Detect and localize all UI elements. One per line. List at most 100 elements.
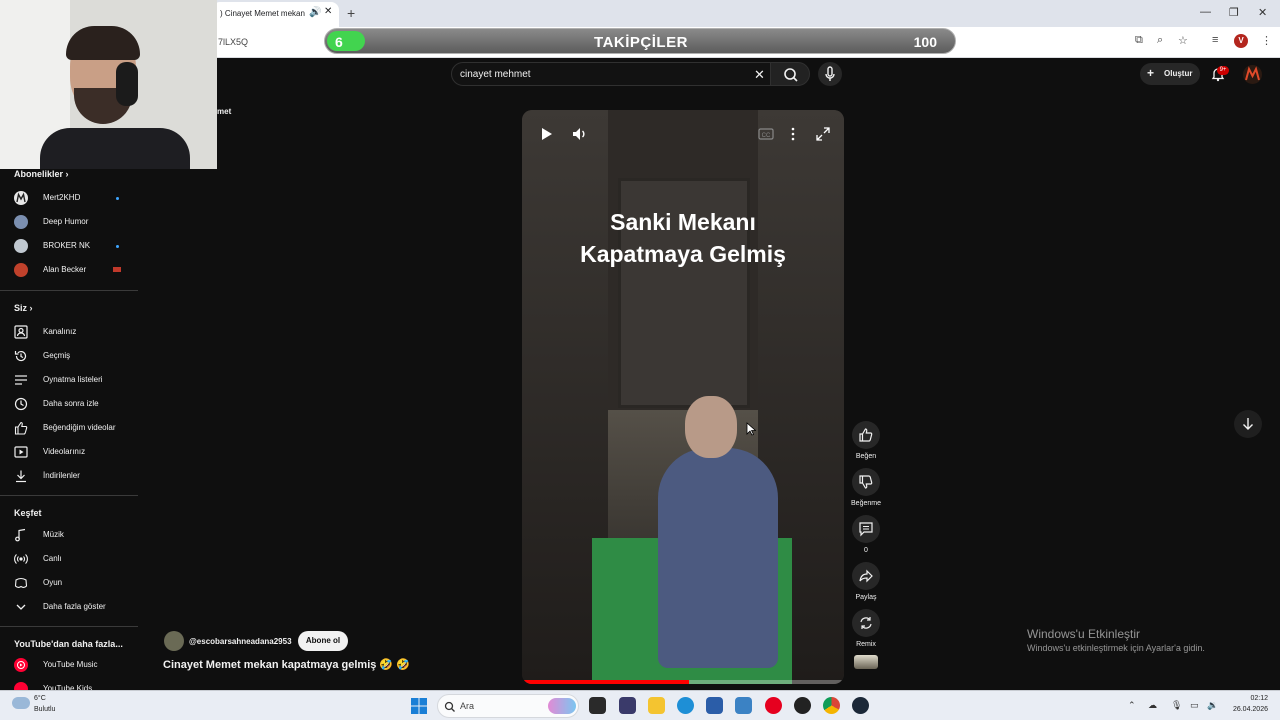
sidebar-item-label: Daha sonra izle xyxy=(43,399,99,408)
sound-thumbnail[interactable] xyxy=(854,655,878,669)
divider xyxy=(0,495,138,496)
voice-search-button[interactable] xyxy=(818,62,842,86)
search-icon xyxy=(444,701,455,712)
channel-handle[interactable]: @escobarsahneadana2953 xyxy=(189,637,292,646)
edge-icon[interactable] xyxy=(677,697,694,714)
subscription-item[interactable]: Deep Humor xyxy=(0,210,138,234)
microphone-tray-icon[interactable]: 🎙 xyxy=(1171,700,1182,711)
menu-kebab-icon[interactable]: ⋮ xyxy=(1261,34,1272,47)
obs-icon[interactable] xyxy=(794,697,811,714)
store-icon[interactable] xyxy=(706,697,723,714)
search-value: cinayet mehmet xyxy=(460,69,531,80)
weather-description[interactable]: Bulutlu xyxy=(34,706,55,713)
you-heading[interactable]: Siz › xyxy=(14,303,33,313)
dislike-button[interactable]: Beğenme xyxy=(851,468,881,507)
remix-button[interactable]: Remix xyxy=(851,609,881,648)
sidebar-item-liked-videos[interactable]: Beğendiğim videolar xyxy=(0,416,138,440)
sidebar-item-playlists[interactable]: Oynatma listeleri xyxy=(0,368,138,392)
arrow-down-icon xyxy=(1243,418,1253,430)
sidebar-item-label: Oyun xyxy=(43,578,63,587)
comments-button[interactable]: 0 xyxy=(851,515,881,554)
bookmark-star-icon[interactable]: ☆ xyxy=(1178,34,1188,47)
outlook-icon[interactable] xyxy=(735,697,752,714)
file-explorer-icon[interactable] xyxy=(648,697,665,714)
sidebar-item-downloads[interactable]: İndirilenler xyxy=(0,464,138,488)
search-highlight-icon xyxy=(548,698,576,714)
zoom-icon[interactable]: ⌕ xyxy=(1157,34,1163,47)
weather-cloud-icon[interactable] xyxy=(12,697,30,709)
weather-temperature[interactable]: 6°C xyxy=(34,695,46,702)
channel-avatar[interactable] xyxy=(164,631,184,651)
cast-icon[interactable]: ⧉ xyxy=(1135,34,1143,47)
gaming-icon xyxy=(14,577,28,588)
share-button[interactable]: Paylaş xyxy=(851,562,881,601)
search-button[interactable] xyxy=(770,62,810,86)
sidebar-item-channel[interactable]: Kanalınız xyxy=(0,320,138,344)
like-button[interactable]: Beğen xyxy=(851,421,881,460)
activation-watermark-text: Windows'u etkinleştirmek için Ayarlar'a … xyxy=(1027,643,1205,653)
sidebar-item-live[interactable]: Canlı xyxy=(0,547,138,571)
channel-avatar xyxy=(14,263,28,277)
taskbar-search[interactable]: Ara xyxy=(437,694,579,718)
sidebar-item-youtube-music[interactable]: YouTube Music xyxy=(0,653,138,677)
app-icon[interactable] xyxy=(619,697,636,714)
speaker-tray-icon[interactable]: 🔉 xyxy=(1207,700,1218,711)
more-options-icon[interactable] xyxy=(788,126,798,142)
onedrive-icon[interactable]: ☁ xyxy=(1148,700,1157,711)
new-tab-button[interactable]: + xyxy=(347,5,355,21)
sidebar-item-watch-later[interactable]: Daha sonra izle xyxy=(0,392,138,416)
subscription-item[interactable]: BROKER NK xyxy=(0,234,138,258)
url-field[interactable]: 7lLX5Q xyxy=(218,37,248,47)
restore-button[interactable]: ❐ xyxy=(1229,6,1239,19)
create-button[interactable]: + Oluştur xyxy=(1140,63,1200,85)
subscribe-button[interactable]: Abone ol xyxy=(298,631,348,651)
sidebar-item-music[interactable]: Müzik xyxy=(0,523,138,547)
sidebar-item-gaming[interactable]: Oyun xyxy=(0,571,138,595)
tray-chevron-icon[interactable]: ⌃ xyxy=(1128,700,1136,711)
subscription-item[interactable]: Mert2KHD xyxy=(0,186,138,210)
task-view-icon[interactable] xyxy=(589,697,606,714)
sidebar-item-history[interactable]: Geçmiş xyxy=(0,344,138,368)
chrome-icon[interactable] xyxy=(823,697,840,714)
shorts-video-player[interactable]: Sanki Mekanı Kapatmaya Gelmiş CC xyxy=(522,110,844,684)
steam-icon[interactable] xyxy=(852,697,869,714)
thumbs-down-icon xyxy=(859,475,873,489)
tab-close-icon[interactable]: ✕ xyxy=(324,6,332,17)
captions-icon[interactable]: CC xyxy=(758,126,774,142)
show-more-button[interactable]: Daha fazla göster xyxy=(0,595,138,619)
account-avatar[interactable] xyxy=(1243,65,1262,84)
fullscreen-icon[interactable] xyxy=(815,126,831,142)
sidebar-item-label: Geçmiş xyxy=(43,351,71,360)
subscription-item[interactable]: Alan Becker xyxy=(0,258,138,282)
new-content-dot xyxy=(116,245,119,248)
volume-icon[interactable] xyxy=(572,126,588,142)
new-content-dot xyxy=(116,197,119,200)
like-label: Beğen xyxy=(855,453,877,460)
clock-icon xyxy=(14,397,28,411)
windows-start-icon[interactable] xyxy=(411,698,427,714)
minimize-button[interactable]: — xyxy=(1200,6,1211,18)
clock-date[interactable]: 26.04.2026 xyxy=(1224,706,1268,713)
clock-time[interactable]: 02:12 xyxy=(1224,695,1268,702)
subscription-label: Mert2KHD xyxy=(43,193,81,202)
sidebar-item-label: YouTube Music xyxy=(43,660,98,669)
comment-icon xyxy=(859,522,873,537)
subscriptions-heading[interactable]: Abonelikler › xyxy=(14,169,69,179)
clear-search-icon[interactable]: ✕ xyxy=(754,67,765,83)
display-icon[interactable]: ▭ xyxy=(1190,700,1199,711)
mouse-cursor-icon xyxy=(746,422,756,436)
browser-tab[interactable]: ) Cinayet Memet mekan 🔊 ✕ xyxy=(212,2,339,27)
play-icon[interactable] xyxy=(540,126,554,142)
next-video-button[interactable] xyxy=(1234,410,1262,438)
speaker-icon[interactable]: 🔊 xyxy=(309,7,321,18)
window-close-button[interactable]: ✕ xyxy=(1258,6,1267,19)
sidebar-item-your-videos[interactable]: Videolarınız xyxy=(0,440,138,464)
download-icon xyxy=(16,470,26,483)
profile-avatar[interactable]: V xyxy=(1234,34,1248,48)
search-input[interactable]: cinayet mehmet ✕ xyxy=(451,62,771,86)
media-control-icon[interactable]: ≡ xyxy=(1212,34,1218,46)
subscriptions-title: Abonelikler xyxy=(14,169,64,179)
thumbs-up-icon xyxy=(859,428,873,442)
opera-icon[interactable] xyxy=(765,697,782,714)
subscription-label: Alan Becker xyxy=(43,265,87,274)
